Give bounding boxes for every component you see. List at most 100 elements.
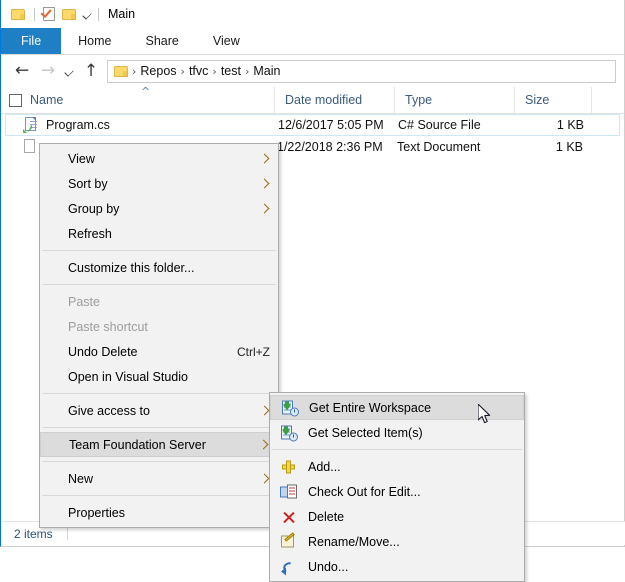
menu-item-give-access-to[interactable]: Give access to — [40, 398, 278, 423]
menu-item-paste-label: Paste — [68, 294, 100, 309]
menu-item-refresh[interactable]: Refresh — [40, 221, 278, 246]
menu-item-tfs-label: Team Foundation Server — [69, 437, 206, 452]
menu-item-customize-label: Customize this folder... — [68, 260, 195, 275]
menu-item-paste-shortcut: Paste shortcut — [40, 314, 278, 339]
breadcrumb-item-tfvc[interactable]: tfvc — [186, 64, 211, 78]
submenu-item-delete-label: Delete — [308, 509, 345, 524]
file-size-cell: 1 KB — [555, 140, 583, 154]
ribbon-tabs: File Home Share View — [1, 28, 624, 55]
menu-item-properties-label: Properties — [68, 505, 125, 520]
submenu-item-check-out-for-edit[interactable]: Check Out for Edit... — [270, 479, 524, 504]
menu-item-sort-by-label: Sort by — [68, 176, 108, 191]
undo-arrow-icon — [280, 558, 298, 575]
qat-divider-1 — [34, 7, 35, 21]
submenu-separator — [272, 449, 522, 450]
column-header-spacer — [592, 87, 624, 113]
file-type-cell: Text Document — [397, 140, 481, 154]
column-header-name-label: Name — [30, 93, 64, 107]
menu-separator — [42, 495, 276, 496]
column-header-date-label: Date modified — [285, 93, 363, 107]
tab-view[interactable]: View — [196, 28, 257, 54]
chevron-right-icon — [260, 440, 267, 450]
table-row[interactable]: Program.cs 12/6/2017 5:05 PM C# Source F… — [5, 114, 620, 136]
file-name-label: Program.cs — [46, 118, 110, 132]
menu-item-sort-by[interactable]: Sort by — [40, 171, 278, 196]
column-header-name[interactable]: Name ^ — [1, 86, 275, 113]
chevron-right-icon — [261, 204, 268, 214]
menu-item-paste: Paste — [40, 289, 278, 314]
column-header-type-label: Type — [405, 93, 433, 107]
menu-item-open-in-visual-studio[interactable]: Open in Visual Studio — [40, 364, 278, 389]
file-date-cell: 1/22/2018 2:36 PM — [277, 140, 383, 154]
properties-icon[interactable] — [40, 5, 58, 23]
breadcrumb-item-test[interactable]: test — [218, 64, 244, 78]
explorer-window: Main File Home Share View ← → › Repos › … — [0, 0, 625, 582]
submenu-item-get-entire-workspace-label: Get Entire Workspace — [309, 400, 432, 415]
menu-item-properties[interactable]: Properties — [40, 500, 278, 525]
forward-button[interactable]: → — [35, 58, 61, 84]
chevron-right-icon — [261, 154, 268, 164]
chevron-right-icon — [261, 179, 268, 189]
text-document-icon — [22, 139, 38, 155]
column-header-size-label: Size — [525, 93, 550, 107]
tab-file[interactable]: File — [1, 28, 62, 54]
menu-item-group-by-label: Group by — [68, 201, 120, 216]
menu-item-customize-this-folder[interactable]: Customize this folder... — [40, 255, 278, 280]
file-size-cell: 1 KB — [556, 118, 584, 132]
chevron-right-icon — [261, 406, 268, 416]
menu-item-team-foundation-server[interactable]: Team Foundation Server — [40, 432, 278, 457]
file-date-cell: 12/6/2017 5:05 PM — [278, 118, 384, 132]
submenu-item-add[interactable]: Add... — [270, 454, 524, 479]
menu-item-undo-delete[interactable]: Undo Delete Ctrl+Z — [40, 339, 278, 364]
breadcrumb-item-repos[interactable]: Repos — [137, 64, 179, 78]
window-title: Main — [108, 7, 136, 21]
context-menu[interactable]: View Sort by Group by Refresh Customize … — [39, 143, 279, 528]
column-header-type[interactable]: Type — [395, 87, 515, 113]
address-bar: ← → › Repos › tfvc › test › Main — [1, 55, 624, 87]
up-one-level-icon[interactable] — [79, 58, 103, 84]
submenu-item-get-entire-workspace[interactable]: Get Entire Workspace — [270, 395, 524, 420]
menu-item-paste-shortcut-label: Paste shortcut — [68, 319, 148, 334]
submenu-item-check-out-label: Check Out for Edit... — [308, 484, 421, 499]
column-header-size[interactable]: Size — [515, 87, 592, 113]
rename-move-icon — [280, 531, 298, 550]
breadcrumb[interactable]: › Repos › tfvc › test › Main — [107, 59, 616, 83]
menu-item-view-label: View — [68, 151, 95, 166]
submenu-item-add-label: Add... — [308, 459, 341, 474]
submenu-item-undo[interactable]: Undo... — [270, 554, 524, 579]
customize-qat-chevron-icon[interactable] — [81, 5, 93, 23]
qat-divider-2 — [98, 7, 99, 21]
tab-home[interactable]: Home — [61, 28, 128, 54]
menu-item-new[interactable]: New — [40, 466, 278, 491]
submenu-item-undo-label: Undo... — [308, 559, 349, 574]
back-arrow-icon: ← — [14, 60, 30, 81]
tfs-submenu[interactable]: Get Entire Workspace Get Selected Item(s… — [269, 392, 525, 582]
select-all-checkbox[interactable] — [9, 93, 22, 107]
column-header-row: Name ^ Date modified Type Size — [1, 86, 624, 114]
new-folder-icon[interactable] — [60, 5, 78, 23]
menu-separator — [42, 461, 276, 462]
menu-item-undo-delete-label: Undo Delete — [68, 344, 138, 359]
delete-x-icon — [280, 508, 298, 525]
menu-item-new-label: New — [68, 471, 94, 486]
back-button[interactable]: ← — [9, 58, 35, 84]
check-out-icon — [280, 483, 298, 500]
submenu-item-rename-move[interactable]: Rename/Move... — [270, 529, 524, 554]
column-header-date-modified[interactable]: Date modified — [275, 87, 395, 113]
get-workspace-icon — [281, 399, 299, 416]
menu-item-view[interactable]: View — [40, 146, 278, 171]
get-selected-icon — [280, 424, 298, 441]
recent-locations-chevron-down-icon[interactable] — [61, 58, 79, 84]
tab-share[interactable]: Share — [129, 28, 196, 54]
submenu-item-delete[interactable]: Delete — [270, 504, 524, 529]
csharp-source-file-icon — [23, 117, 39, 133]
menu-separator — [42, 250, 276, 251]
menu-item-open-in-vs-label: Open in Visual Studio — [68, 369, 188, 384]
breadcrumb-item-main[interactable]: Main — [250, 64, 283, 78]
submenu-item-get-selected-items[interactable]: Get Selected Item(s) — [270, 420, 524, 445]
menu-separator — [42, 393, 276, 394]
folder-icon[interactable] — [9, 5, 27, 23]
path-folder-icon — [113, 65, 129, 78]
menu-item-group-by[interactable]: Group by — [40, 196, 278, 221]
submenu-item-rename-move-label: Rename/Move... — [308, 534, 400, 549]
